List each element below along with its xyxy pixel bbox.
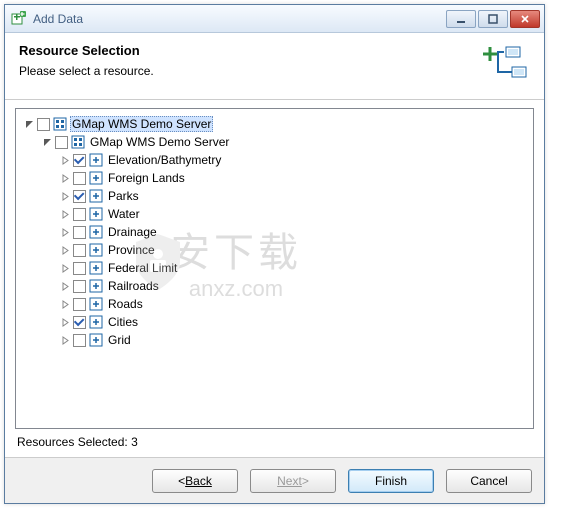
tree-node-layer[interactable]: Water — [60, 205, 529, 223]
checkbox[interactable] — [37, 118, 50, 131]
tree-node-server[interactable]: GMap WMS Demo Server — [42, 133, 529, 151]
checkbox[interactable] — [73, 208, 86, 221]
expand-toggle-icon[interactable] — [60, 263, 70, 273]
layer-icon — [89, 315, 103, 329]
tree-node-layer[interactable]: Grid — [60, 331, 529, 349]
cancel-label: Cancel — [470, 474, 507, 488]
wizard-body: GMap WMS Demo Server — [5, 100, 544, 457]
tree-node-label[interactable]: GMap WMS Demo Server — [88, 135, 231, 149]
checkbox[interactable] — [73, 298, 86, 311]
checkbox[interactable] — [73, 154, 86, 167]
maximize-button[interactable] — [478, 10, 508, 28]
wizard-header: Resource Selection Please select a resou… — [5, 33, 544, 100]
window-title: Add Data — [33, 12, 446, 26]
back-label: Back — [185, 474, 212, 488]
window-controls — [446, 10, 540, 28]
tree-node-label[interactable]: Drainage — [106, 225, 159, 239]
tree-node-layer[interactable]: Drainage — [60, 223, 529, 241]
expand-toggle-icon[interactable] — [60, 281, 70, 291]
expand-toggle-icon[interactable] — [60, 173, 70, 183]
checkbox[interactable] — [73, 244, 86, 257]
tree-node-label[interactable]: Foreign Lands — [106, 171, 187, 185]
selection-status: Resources Selected: 3 — [15, 429, 534, 453]
layer-icon — [89, 207, 103, 221]
page-title: Resource Selection — [19, 43, 482, 58]
checkbox[interactable] — [55, 136, 68, 149]
dialog-window: Add Data Resource Selection Please selec… — [4, 4, 545, 504]
server-icon — [71, 135, 85, 149]
tree-node-layer[interactable]: Foreign Lands — [60, 169, 529, 187]
status-count: 3 — [131, 435, 138, 449]
tree-node-root[interactable]: GMap WMS Demo Server — [24, 115, 529, 133]
tree-node-layer[interactable]: Province — [60, 241, 529, 259]
tree-node-label[interactable]: Parks — [106, 189, 141, 203]
layer-icon — [89, 261, 103, 275]
layer-icon — [89, 189, 103, 203]
cancel-button[interactable]: Cancel — [446, 469, 532, 493]
tree-node-label[interactable]: Water — [106, 207, 142, 221]
finish-button[interactable]: Finish — [348, 469, 434, 493]
title-bar[interactable]: Add Data — [5, 5, 544, 33]
tree-node-label[interactable]: Cities — [106, 315, 140, 329]
tree-node-layer[interactable]: Parks — [60, 187, 529, 205]
layer-icon — [89, 333, 103, 347]
tree-node-label[interactable]: Roads — [106, 297, 145, 311]
expand-toggle-icon[interactable] — [60, 335, 70, 345]
layer-icon — [89, 225, 103, 239]
expand-toggle-icon[interactable] — [60, 245, 70, 255]
close-button[interactable] — [510, 10, 540, 28]
expand-toggle-icon[interactable] — [60, 317, 70, 327]
resource-tree[interactable]: GMap WMS Demo Server — [20, 115, 529, 349]
tree-node-label[interactable]: GMap WMS Demo Server — [70, 116, 213, 132]
checkbox[interactable] — [73, 226, 86, 239]
finish-label: Finish — [375, 474, 407, 488]
checkbox[interactable] — [73, 280, 86, 293]
next-label: Next — [277, 474, 302, 488]
tree-node-layer[interactable]: Federal Limit — [60, 259, 529, 277]
back-button[interactable]: < Back — [152, 469, 238, 493]
layer-icon — [89, 297, 103, 311]
tree-node-label[interactable]: Province — [106, 243, 157, 257]
expand-toggle-icon[interactable] — [60, 191, 70, 201]
server-icon — [53, 117, 67, 131]
tree-node-layer[interactable]: Cities — [60, 313, 529, 331]
expand-toggle-icon[interactable] — [24, 119, 34, 129]
layer-icon — [89, 243, 103, 257]
add-data-icon — [11, 11, 27, 27]
checkbox[interactable] — [73, 316, 86, 329]
expand-toggle-icon[interactable] — [42, 137, 52, 147]
resource-tree-panel[interactable]: GMap WMS Demo Server — [15, 108, 534, 429]
tree-node-layer[interactable]: Elevation/Bathymetry — [60, 151, 529, 169]
checkbox[interactable] — [73, 172, 86, 185]
tree-node-layer[interactable]: Roads — [60, 295, 529, 313]
resource-selection-icon — [482, 43, 530, 87]
expand-toggle-icon[interactable] — [60, 299, 70, 309]
tree-node-layer[interactable]: Railroads — [60, 277, 529, 295]
tree-node-label[interactable]: Elevation/Bathymetry — [106, 153, 223, 167]
page-subtitle: Please select a resource. — [19, 64, 482, 78]
status-label: Resources Selected: — [17, 435, 131, 449]
expand-toggle-icon[interactable] — [60, 209, 70, 219]
tree-node-label[interactable]: Grid — [106, 333, 133, 347]
minimize-button[interactable] — [446, 10, 476, 28]
checkbox[interactable] — [73, 190, 86, 203]
expand-toggle-icon[interactable] — [60, 227, 70, 237]
layer-icon — [89, 171, 103, 185]
tree-node-label[interactable]: Railroads — [106, 279, 161, 293]
wizard-footer: < Back Next > Finish Cancel — [5, 457, 544, 503]
layer-icon — [89, 153, 103, 167]
next-button: Next > — [250, 469, 336, 493]
checkbox[interactable] — [73, 262, 86, 275]
expand-toggle-icon[interactable] — [60, 155, 70, 165]
tree-node-label[interactable]: Federal Limit — [106, 261, 179, 275]
checkbox[interactable] — [73, 334, 86, 347]
layer-icon — [89, 279, 103, 293]
